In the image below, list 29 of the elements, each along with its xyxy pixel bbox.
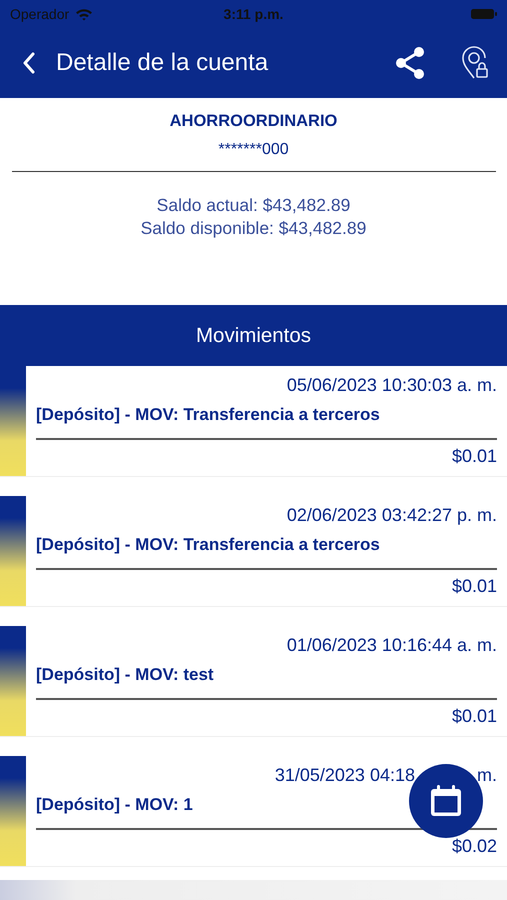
balance-text: Saldo actual: $43,482.89 (156, 194, 352, 217)
balance-text: Saldo disponible: $43,482.89 (140, 217, 366, 240)
share-icon[interactable] (395, 47, 425, 79)
account-number: *******000 (218, 141, 289, 159)
movement-amount: $0.01 (452, 446, 497, 467)
section-header: Movimientos (0, 305, 507, 366)
movement-card[interactable]: 05/06/2023 10:30:03 a. m. [Depósito] - MOV: Transferencia a terceros $0.01 (26, 366, 507, 476)
movement-description: [Depósito] - MOV: Transferencia a terceros (36, 535, 380, 555)
account-name: AHORROORDINARIO (170, 112, 338, 131)
back-icon[interactable] (22, 52, 36, 74)
movement-description: [Depósito] - MOV: test (36, 665, 214, 685)
movement-card[interactable]: 01/06/2023 10:16:44 a. m. [Depósito] - MOV: test $0.01 (26, 626, 507, 736)
location-lock-icon[interactable] (461, 46, 489, 80)
movement-card[interactable]: 02/06/2023 03:42:27 p. m. [Depósito] - MOV: Transferencia a terceros $0.01 (26, 496, 507, 606)
screen-title: Detalle de la cuenta (56, 49, 270, 77)
movement-description: [Depósito] - MOV: 1 (36, 795, 193, 815)
movement-date: m. (477, 765, 497, 786)
movement-amount: $0.02 (452, 836, 497, 857)
movement-amount: $0.01 (452, 576, 497, 597)
movement-date: 31/05/2023 04:18 (274, 765, 415, 786)
carrier-name: Operador (10, 6, 70, 22)
movement-date: 02/06/2023 03:42:27 p. m. (286, 505, 497, 526)
movement-date: 05/06/2023 10:30:03 a. m. (286, 375, 497, 396)
status-time: 3:11 p.m. (222, 6, 284, 22)
movement-description: [Depósito] - MOV: Transferencia a terceros (36, 405, 380, 425)
battery-icon (471, 8, 497, 20)
movement-amount: $0.01 (452, 706, 497, 727)
wifi-icon (75, 8, 94, 20)
movement-date: 01/06/2023 10:16:44 a. m. (286, 635, 497, 656)
